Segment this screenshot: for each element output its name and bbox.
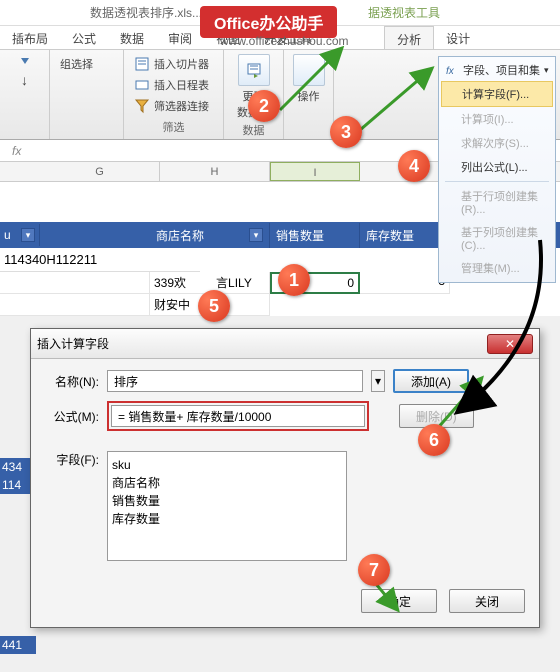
step-badge-3: 3 <box>330 116 362 148</box>
menu-row-set: 基于行项创建集(R)... <box>441 184 553 220</box>
black-curve-arrow <box>420 240 560 443</box>
store-header[interactable]: 商店名称 ▾ <box>150 223 270 248</box>
dropdown-icon[interactable]: ▾ <box>249 228 263 242</box>
btn-filter-conn[interactable]: 筛选器连接 <box>132 96 215 116</box>
formula-input[interactable] <box>111 405 365 427</box>
fields-listbox[interactable]: sku 商店名称 销售数量 库存数量 <box>107 451 347 561</box>
step-badge-6: 6 <box>418 424 450 456</box>
fields-label: 字段(F): <box>45 451 99 468</box>
arrow-7-to-ok <box>372 580 412 623</box>
group-select-label: 组选择 <box>60 56 93 72</box>
tab-layout[interactable]: 插布局 <box>0 26 60 49</box>
sku-header[interactable]: u ▾ <box>0 224 40 246</box>
tab-analyze[interactable]: 分析 <box>384 26 434 49</box>
colhead-h[interactable]: H <box>160 162 270 181</box>
colhead-i[interactable]: I <box>270 162 360 181</box>
name-label: 名称(N): <box>45 373 99 390</box>
group-data-label: 数据 <box>243 122 265 138</box>
btn-group-select[interactable]: 组选择 <box>58 54 115 74</box>
colhead-g[interactable]: G <box>40 162 160 181</box>
change-source-icon <box>238 54 270 86</box>
sku-value-cell[interactable]: 114340H112211 <box>0 248 200 272</box>
svg-text:fx: fx <box>446 66 455 77</box>
tab-formula[interactable]: 公式 <box>60 26 108 49</box>
arrow-down-icon <box>17 54 33 70</box>
name-input[interactable] <box>107 370 363 392</box>
timeline-icon <box>134 77 150 93</box>
dialog-title: 插入计算字段 <box>37 335 109 352</box>
filter-conn-icon <box>134 98 150 114</box>
name-dropdown-icon[interactable]: ▾ <box>371 370 385 392</box>
tool-context: 据透视表工具 <box>368 4 440 21</box>
formula-label: 公式(M): <box>45 408 99 425</box>
list-item[interactable]: 库存数量 <box>112 510 342 528</box>
dropdown-icon[interactable]: ▾ <box>21 228 35 242</box>
group-filter-label: 筛选 <box>132 119 215 135</box>
slicer-icon <box>134 56 150 72</box>
step-badge-7: 7 <box>358 554 390 586</box>
btn-insert-slicer[interactable]: 插入切片器 <box>132 54 215 74</box>
btn-insert-timeline[interactable]: 插入日程表 <box>132 75 215 95</box>
list-item[interactable]: 销售数量 <box>112 492 342 510</box>
tab-data[interactable]: 数据 <box>108 26 156 49</box>
tab-design[interactable]: 设计 <box>434 26 482 49</box>
brand-url: www.officezhushou.com <box>220 34 349 48</box>
step-badge-4: 4 <box>398 150 430 182</box>
fx-label: fx <box>12 144 21 158</box>
file-name: 数据透视表排序.xls... <box>90 4 202 21</box>
step-badge-1: 1 <box>278 264 310 296</box>
list-item[interactable]: sku <box>112 456 342 474</box>
fx-icon: fx <box>445 63 459 77</box>
step-badge-2: 2 <box>248 90 280 122</box>
sales-header: 销售数量 <box>270 223 360 248</box>
tab-review[interactable]: 审阅 <box>156 26 204 49</box>
menu-header[interactable]: fx 字段、项目和集 ▾ <box>441 59 553 81</box>
close-button[interactable]: 关闭 <box>449 589 525 613</box>
list-item[interactable]: 商店名称 <box>112 474 342 492</box>
btn-unknown-left[interactable]: ↓ <box>8 54 41 88</box>
step-badge-5: 5 <box>198 290 230 322</box>
side-sku-3: 441 <box>0 636 36 654</box>
